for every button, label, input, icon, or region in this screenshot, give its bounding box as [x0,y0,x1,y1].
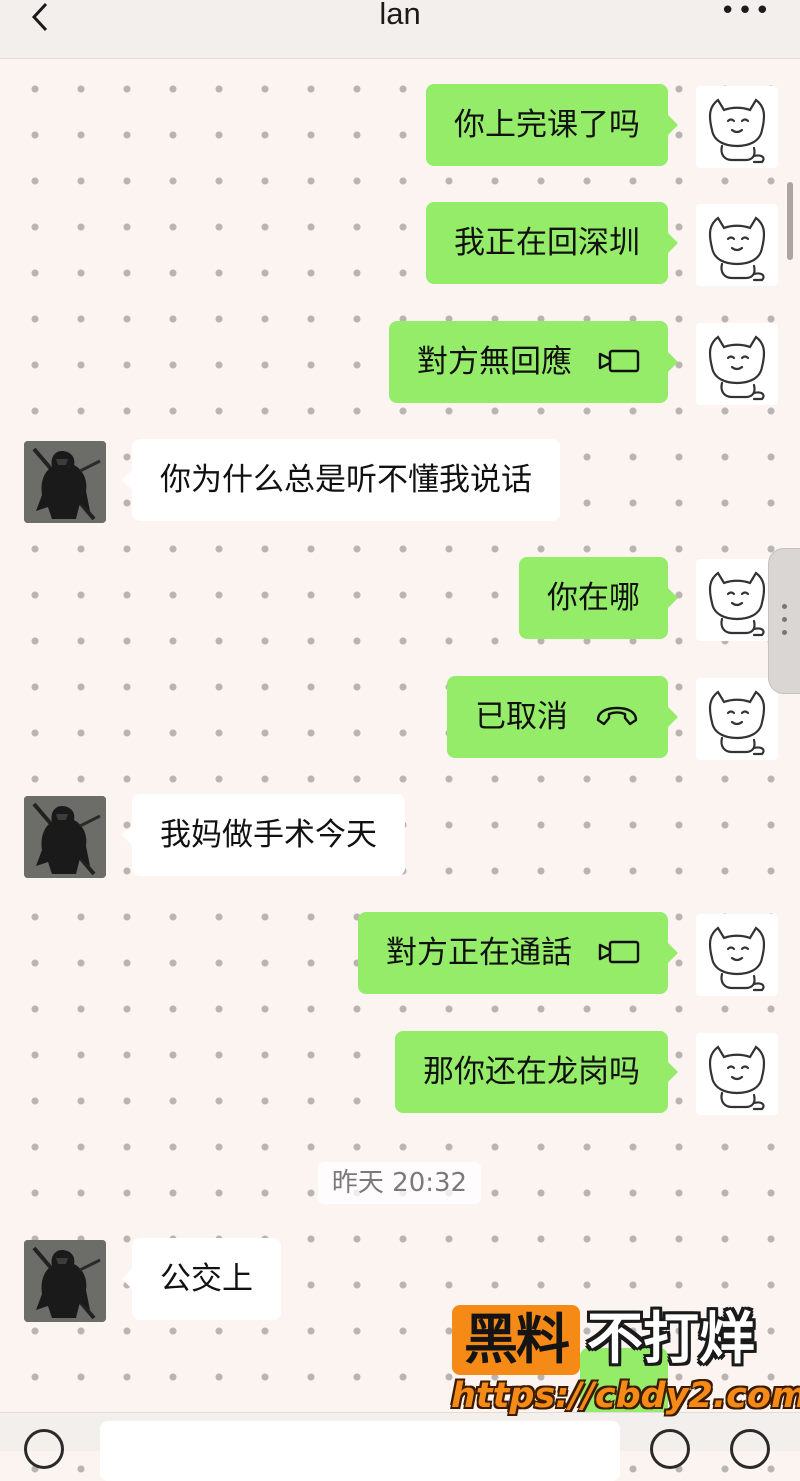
message-bubble-outgoing[interactable]: 你在哪 [519,557,678,639]
message-bubble-outgoing[interactable]: 那你还在龙岗吗 [395,1031,678,1113]
watermark-badge: 黑料 [452,1305,580,1375]
message-text: 你为什么总是听不懂我说话 [160,462,532,498]
self-avatar[interactable] [696,323,778,405]
message-bubble-incoming[interactable]: 公交上 [122,1238,281,1320]
self-avatar[interactable] [696,914,778,996]
watermark: 黑料 不打烊 https://cbdy2.com [445,1300,800,1425]
cat-avatar-icon [708,335,766,401]
watermark-url: https://cbdy2.com [451,1376,800,1416]
message-text: 已取消 [475,699,568,735]
message-text: 對方正在通話 [386,935,572,971]
message-bubble-incoming[interactable]: 我妈做手术今天 [122,794,405,876]
watermark-text: 不打烊 [587,1307,755,1372]
cat-avatar-icon [708,98,766,164]
contact-avatar[interactable] [24,796,106,878]
contact-avatar[interactable] [24,441,106,523]
more-actions-button[interactable] [730,1429,770,1469]
dark-warrior-avatar-icon [24,441,106,523]
message-row: 你为什么总是听不懂我说话 [0,439,800,527]
message-bubble-outgoing[interactable]: 你上完课了吗 [426,84,678,166]
message-text: 對方無回應 [417,344,572,380]
more-options-button[interactable]: ••• [720,0,770,30]
message-bubble-incoming[interactable]: 你为什么总是听不懂我说话 [122,439,560,521]
self-avatar[interactable] [696,86,778,168]
message-row: 對方無回應 [0,321,800,409]
dark-warrior-avatar-icon [24,796,106,878]
message-row: 已取消 [0,676,800,764]
self-avatar[interactable] [696,1033,778,1115]
scrollbar[interactable] [787,182,793,260]
chat-timestamp: 昨天 20:32 [318,1162,481,1204]
video-call-message-bubble[interactable]: 對方無回應 [389,321,678,403]
phone-hangup-icon [596,706,638,725]
message-row: 我妈做手术今天 [0,794,800,882]
dark-warrior-avatar-icon [24,1240,106,1322]
chat-header: lan ••• [0,0,800,59]
message-row: 我正在回深圳 [0,202,800,290]
self-avatar[interactable] [696,559,778,641]
cat-avatar-icon [708,571,766,637]
self-avatar[interactable] [696,204,778,286]
self-avatar[interactable] [696,678,778,760]
cat-avatar-icon [708,926,766,992]
voice-call-message-bubble[interactable]: 已取消 [447,676,678,758]
message-text: 那你还在龙岗吗 [423,1054,640,1090]
message-row: 那你还在龙岗吗 [0,1031,800,1119]
cat-avatar-icon [708,216,766,282]
cat-avatar-icon [708,690,766,756]
message-text: 公交上 [160,1261,253,1297]
emoji-button[interactable] [650,1429,690,1469]
message-text: 你上完课了吗 [454,107,640,143]
message-text: 我妈做手术今天 [160,817,377,853]
video-call-message-bubble[interactable]: 對方正在通話 [358,912,678,994]
cat-avatar-icon [708,1045,766,1111]
voice-input-button[interactable] [24,1429,64,1469]
message-bubble-outgoing[interactable]: 我正在回深圳 [426,202,678,284]
message-row: 對方正在通話 [0,912,800,1000]
fast-scroll-handle[interactable] [768,548,800,694]
contact-avatar[interactable] [24,1240,106,1322]
message-text: 你在哪 [547,580,640,616]
chat-title: lan [379,0,421,31]
video-call-icon [598,349,640,372]
message-text: 我正在回深圳 [454,225,640,261]
video-call-icon [598,940,640,963]
message-row: 你在哪 [0,557,800,645]
message-row: 你上完课了吗 [0,84,800,172]
message-input[interactable] [100,1421,620,1481]
